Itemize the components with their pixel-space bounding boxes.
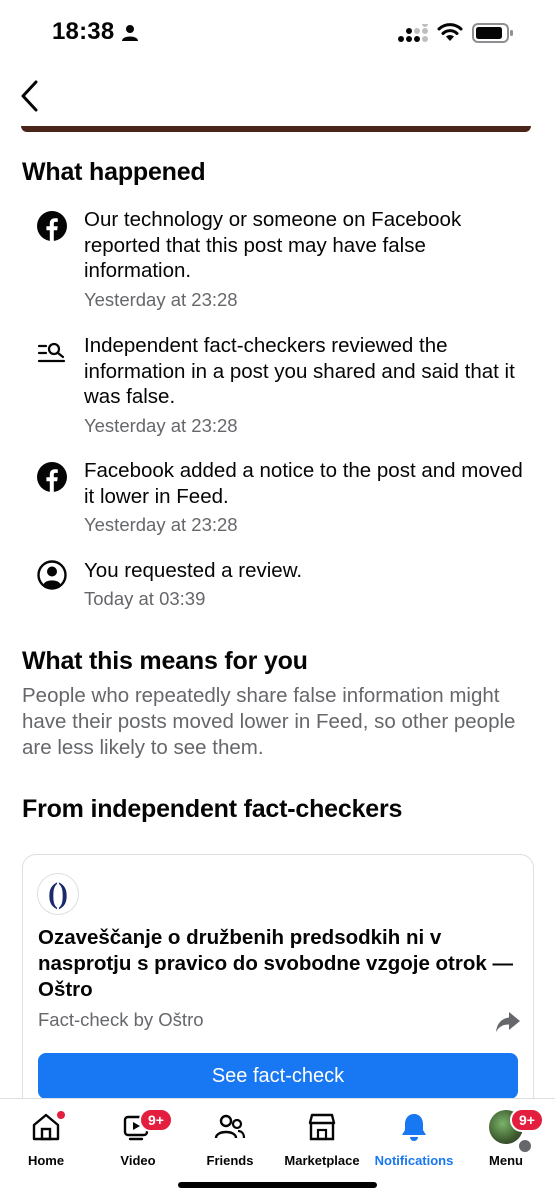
nav-menu[interactable]: 9+ Menu — [460, 1099, 552, 1177]
back-arrow-icon[interactable] — [16, 78, 46, 114]
menu-icon — [517, 1138, 533, 1154]
fact-check-card[interactable]: () Ozaveščanje o družbenih predsodkih ni… — [22, 854, 534, 1134]
nav-label: Home — [27, 1153, 65, 1168]
marketplace-icon — [308, 1113, 336, 1141]
timeline-time: Today at 03:39 — [84, 588, 206, 609]
status-bar: 18:38 — [0, 0, 555, 64]
nav-marketplace[interactable]: Marketplace — [276, 1099, 368, 1177]
bell-icon — [402, 1114, 426, 1141]
fact-check-headline[interactable]: Ozaveščanje o družbenih predsodkih ni v … — [38, 925, 528, 1003]
friends-icon — [214, 1114, 246, 1139]
timeline-time: Yesterday at 23:28 — [84, 289, 238, 310]
header — [0, 64, 555, 128]
fact-checker-logo: () — [37, 873, 79, 915]
what-this-means-body: People who repeatedly share false inform… — [22, 684, 516, 759]
nav-label: Video — [120, 1153, 156, 1168]
share-icon[interactable] — [495, 1011, 521, 1033]
nav-home[interactable]: Home — [0, 1099, 92, 1177]
status-time: 18:38 — [52, 18, 115, 45]
see-fact-check-button[interactable]: See fact-check — [38, 1053, 518, 1099]
timeline-text: Facebook added a notice to the post and … — [84, 459, 523, 508]
search-list-icon — [37, 342, 66, 363]
user-circle-icon — [37, 560, 67, 590]
what-this-means-title: What this means for you — [22, 647, 308, 675]
timeline-text: Our technology or someone on Facebook re… — [84, 208, 462, 282]
fact-checkers-title: From independent fact-checkers — [22, 795, 403, 823]
what-happened-title: What happened — [22, 158, 206, 186]
timeline-time: Yesterday at 23:28 — [84, 514, 238, 535]
menu-badge: 9+ — [510, 1108, 544, 1132]
nav-label: Notifications — [374, 1153, 454, 1168]
post-preview-edge — [21, 126, 531, 132]
wifi-icon — [437, 23, 463, 41]
nav-notifications[interactable]: Notifications — [368, 1099, 460, 1177]
person-icon — [122, 25, 138, 41]
nav-label: Menu — [489, 1153, 523, 1168]
logo-glyph: () — [48, 877, 68, 910]
cellular-signal-icon — [398, 24, 428, 42]
home-indicator — [178, 1182, 377, 1188]
timeline-text: Independent fact-checkers reviewed the i… — [84, 334, 515, 408]
timeline-time: Yesterday at 23:28 — [84, 415, 238, 436]
nav-friends[interactable]: Friends — [184, 1099, 276, 1177]
nav-video[interactable]: 9+ Video — [92, 1099, 184, 1177]
nav-label: Friends — [206, 1153, 254, 1168]
fact-check-source: Fact-check by Oštro — [38, 1009, 204, 1030]
battery-icon — [472, 23, 513, 43]
notification-dot — [55, 1109, 67, 1121]
facebook-icon — [37, 462, 67, 492]
nav-label: Marketplace — [284, 1153, 360, 1168]
facebook-icon — [37, 211, 67, 241]
timeline-text: You requested a review. — [84, 559, 303, 582]
video-badge: 9+ — [139, 1108, 173, 1132]
